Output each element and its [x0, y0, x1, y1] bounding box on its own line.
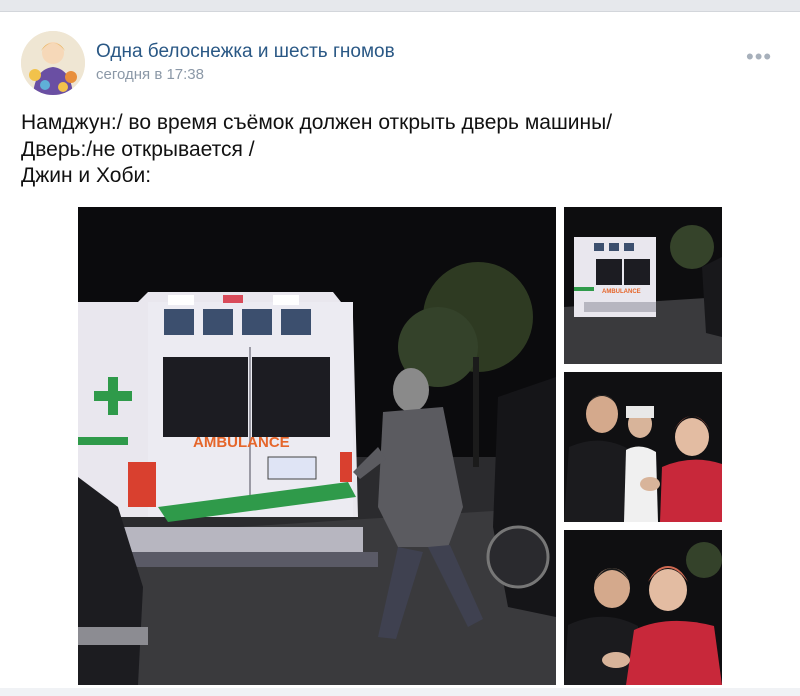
author-avatar[interactable]	[21, 31, 85, 95]
post-photo-thumb-2[interactable]	[564, 372, 722, 522]
ambulance-sign: AMBULANCE	[602, 289, 641, 295]
post-text: Намджун:/ во время съёмок должен открыть…	[21, 110, 612, 190]
post-text-line: Намджун:/ во время съёмок должен открыть…	[21, 111, 613, 134]
post-text-line: Дверь:/не открывается /	[21, 137, 255, 161]
post-photo-thumb-1[interactable]: AMBULANCE	[564, 207, 722, 364]
post-photo-thumb-3[interactable]	[564, 530, 722, 685]
more-horizontal-icon[interactable]: •••	[746, 46, 772, 68]
post-divider	[0, 688, 800, 696]
ambulance-sign: AMBULANCE	[193, 434, 290, 451]
post-timestamp[interactable]: сегодня в 17:38	[96, 66, 204, 83]
post-text-line: Джин и Хоби:	[21, 164, 152, 187]
author-name-link[interactable]: Одна белоснежка и шесть гномов	[96, 41, 395, 63]
post-photo-main[interactable]: AMBULANCE	[78, 207, 556, 685]
top-bar	[0, 0, 800, 12]
